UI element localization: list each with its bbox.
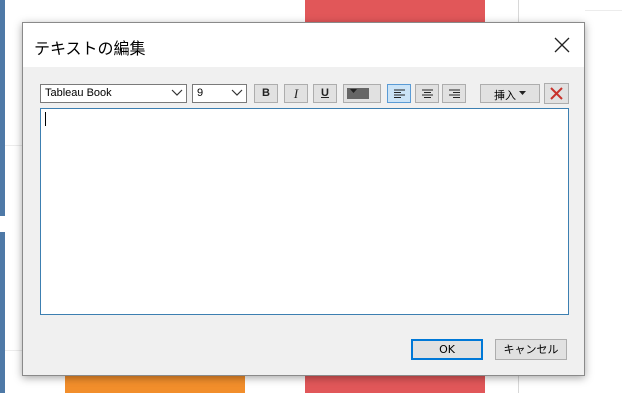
cancel-button[interactable]: キャンセル bbox=[495, 339, 567, 360]
align-center-icon bbox=[422, 89, 433, 98]
font-family-dropdown[interactable]: Tableau Book bbox=[40, 84, 187, 103]
dialog-titlebar: テキストの編集 bbox=[23, 23, 584, 67]
font-family-value: Tableau Book bbox=[45, 87, 112, 99]
chevron-down-icon bbox=[231, 89, 243, 96]
background-red-bar-top bbox=[305, 0, 485, 22]
underline-button[interactable]: U bbox=[313, 84, 337, 103]
background-gridline bbox=[5, 145, 22, 146]
background-red-bar-bottom bbox=[305, 376, 485, 393]
text-editor[interactable] bbox=[40, 108, 569, 315]
italic-button[interactable]: I bbox=[284, 84, 308, 103]
caret-down-icon bbox=[519, 91, 526, 95]
insert-label: 挿入 bbox=[494, 89, 516, 102]
dialog-title: テキストの編集 bbox=[34, 39, 146, 58]
format-toolbar: Tableau Book 9 B I U 挿入 bbox=[23, 83, 584, 107]
close-icon bbox=[554, 37, 570, 53]
font-size-value: 9 bbox=[197, 87, 204, 99]
align-right-button[interactable] bbox=[442, 84, 466, 103]
edit-text-dialog: テキストの編集 Tableau Book 9 B I U 挿入 OK キャンセル bbox=[22, 22, 585, 376]
align-left-icon bbox=[394, 89, 405, 98]
align-right-icon bbox=[449, 89, 460, 98]
text-caret bbox=[45, 112, 46, 126]
bold-button[interactable]: B bbox=[254, 84, 278, 103]
close-button[interactable] bbox=[546, 29, 578, 61]
background-gridline bbox=[585, 10, 622, 11]
chevron-down-icon bbox=[171, 89, 183, 96]
background-gap bbox=[0, 216, 22, 232]
delete-x-icon bbox=[550, 87, 563, 100]
font-size-dropdown[interactable]: 9 bbox=[192, 84, 247, 103]
text-color-button[interactable] bbox=[343, 84, 381, 103]
background-orange-bar-bottom bbox=[65, 376, 245, 393]
align-left-button[interactable] bbox=[387, 84, 411, 103]
insert-button[interactable]: 挿入 bbox=[480, 84, 540, 103]
background-blue-bar bbox=[0, 0, 5, 393]
clear-button[interactable] bbox=[544, 83, 569, 104]
ok-button[interactable]: OK bbox=[411, 339, 483, 360]
background-gridline bbox=[5, 350, 22, 351]
align-center-button[interactable] bbox=[415, 84, 439, 103]
caret-down-icon bbox=[350, 89, 357, 93]
